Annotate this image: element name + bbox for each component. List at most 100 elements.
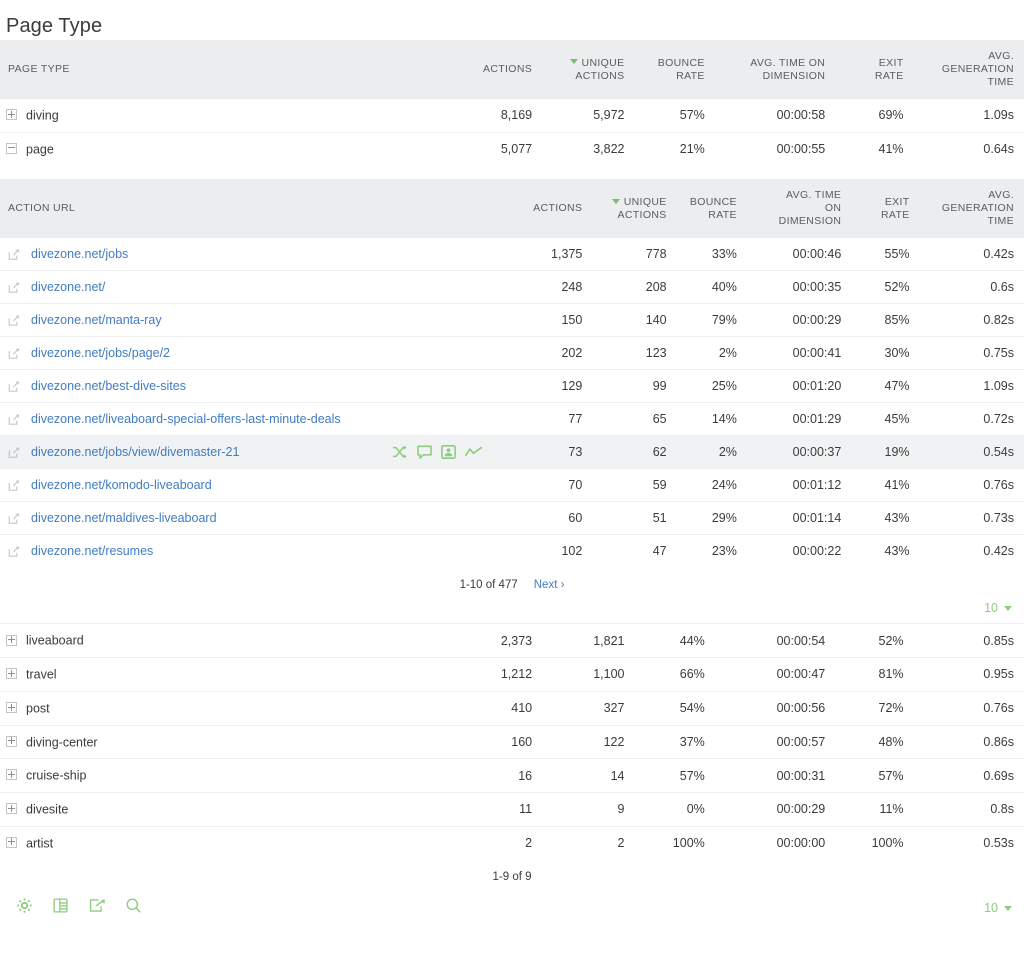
- table-row[interactable]: artist 2 2 100% 00:00:00 100% 0.53s: [0, 825, 1024, 860]
- table-row[interactable]: divezone.net/248 208 40% 00:00:35 52% 0.6s: [0, 270, 1024, 304]
- action-url-link[interactable]: divezone.net/best-dive-sites: [31, 379, 186, 393]
- avg-time-on-dimension-cell: 00:00:57: [714, 724, 836, 759]
- action-url-cell: divezone.net/maldives-liveaboard: [0, 501, 502, 535]
- table-row[interactable]: divezone.net/best-dive-sites 129 99 25% 00:0…: [0, 369, 1024, 403]
- table-row[interactable]: post 410 327 54% 00:00:56 72% 0.76s: [0, 690, 1024, 726]
- action-url-link[interactable]: divezone.net/jobs: [31, 247, 128, 261]
- bounce-rate-cell: 2%: [676, 435, 747, 469]
- table-row[interactable]: cruise-ship 16 14 57% 00:00:31 57% 0.69s: [0, 758, 1024, 793]
- expand-icon[interactable]: [6, 668, 17, 680]
- expand-icon[interactable]: [6, 702, 17, 714]
- expand-icon[interactable]: [6, 634, 17, 646]
- action-url-link[interactable]: divezone.net/liveaboard-special-offers-l…: [31, 412, 341, 426]
- column-header-actions[interactable]: ACTIONS: [501, 179, 593, 239]
- export-icon[interactable]: [88, 897, 106, 914]
- collapse-icon[interactable]: [6, 142, 17, 154]
- row-evolution-icon[interactable]: [464, 446, 482, 458]
- column-header-actions[interactable]: ACTIONS: [441, 40, 543, 99]
- unique-actions-cell: 5,972: [593, 108, 625, 123]
- action-url-cell-content: divezone.net/jobs: [6, 247, 492, 261]
- main-table-row-limit-value: 10: [984, 901, 998, 916]
- column-header-exit-rate[interactable]: EXIT RATE: [851, 179, 920, 239]
- avg-generation-time-cell: 0.95s: [913, 657, 1024, 692]
- bounce-rate-cell: 23%: [676, 534, 747, 568]
- column-header-bounce-rate[interactable]: BOUNCE RATE: [634, 40, 715, 99]
- column-header-avg-time-on-dimension[interactable]: AVG. TIME ON DIMENSION: [714, 40, 836, 99]
- row-action-icons: [392, 445, 492, 460]
- action-url-cell-content: divezone.net/resumes: [6, 544, 492, 558]
- expand-icon[interactable]: [6, 769, 17, 781]
- column-header-unique-actions[interactable]: UNIQUE ACTIONS: [592, 179, 677, 239]
- expand-icon[interactable]: [6, 109, 17, 121]
- exit-rate-cell: 41%: [835, 131, 914, 166]
- expand-icon[interactable]: [6, 803, 17, 815]
- column-header-avg-generation-time[interactable]: AVG. GENERATION TIME: [913, 40, 1024, 99]
- table-footer: 10: [0, 885, 1024, 933]
- page-type-table: PAGE TYPE ACTIONS UNIQUE ACTIONS BOUNCE RA…: [0, 40, 1024, 166]
- search-icon[interactable]: [125, 897, 142, 914]
- actions-cell: 77: [501, 402, 593, 436]
- table-row[interactable]: divezone.net/jobs 1,375 778 33% 00:00:46 55% 0…: [0, 238, 1024, 271]
- unique-actions-cell: 1,100: [542, 657, 635, 692]
- action-url-link[interactable]: divezone.net/komodo-liveaboard: [31, 478, 212, 492]
- exit-rate-cell: 45%: [851, 402, 920, 436]
- page-type-cell: diving: [0, 99, 442, 132]
- column-header-unique-actions[interactable]: UNIQUE ACTIONS: [542, 40, 635, 99]
- table-row[interactable]: divezone.net/resumes 102 47 23% 00:00:22 43% 0…: [0, 534, 1024, 568]
- table-row[interactable]: divezone.net/jobs/page/2 202 123 2% 00:00:41…: [0, 336, 1024, 370]
- actions-cell: 150: [501, 303, 593, 337]
- table-row[interactable]: divezone.net/komodo-liveaboard 70 59 24% 00:…: [0, 468, 1024, 502]
- table-row[interactable]: page 5,077 3,822 21% 00:00:55 41% 0.64s: [0, 131, 1024, 166]
- action-url-link[interactable]: divezone.net/resumes: [31, 544, 153, 558]
- avg-generation-time-cell: 0.54s: [919, 435, 1024, 469]
- bounce-rate-cell: 40%: [676, 270, 747, 304]
- action-url-link[interactable]: divezone.net/jobs/page/2: [31, 346, 170, 360]
- action-url-link[interactable]: divezone.net/maldives-liveaboard: [31, 511, 217, 525]
- expand-icon[interactable]: [6, 836, 17, 848]
- avg-generation-time-cell: 0.53s: [913, 825, 1024, 860]
- table-row[interactable]: divezone.net/manta-ray 150 140 79% 00:00:29 8…: [0, 303, 1024, 337]
- segmented-visits-log-icon[interactable]: [417, 445, 432, 460]
- avg-generation-time-cell: 0.82s: [919, 303, 1024, 337]
- column-header-action-url[interactable]: ACTION URL: [0, 179, 502, 239]
- page-type-label: post: [26, 701, 50, 716]
- avg-generation-time-cell: 0.73s: [919, 501, 1024, 535]
- exit-rate-cell: 30%: [851, 336, 920, 370]
- bounce-rate-cell: 57%: [634, 758, 715, 793]
- gear-icon[interactable]: [16, 897, 33, 914]
- subtable-next-link[interactable]: Next ›: [534, 579, 565, 591]
- subtable-row-limit-selector[interactable]: 10: [984, 601, 1012, 615]
- visitor-profile-icon[interactable]: [441, 445, 456, 460]
- action-url-link[interactable]: divezone.net/jobs/view/divemaster-21: [31, 445, 239, 459]
- column-header-bounce-rate[interactable]: BOUNCE RATE: [676, 179, 747, 239]
- table-row[interactable]: divezone.net/liveaboard-special-offers-l…: [0, 402, 1024, 436]
- actions-cell: 60: [501, 501, 593, 535]
- page-type-label: diving-center: [26, 735, 98, 750]
- column-header-page-type[interactable]: PAGE TYPE: [0, 40, 442, 99]
- main-table-row-limit-selector[interactable]: 10: [984, 901, 1012, 915]
- table-row[interactable]: divesite 11 9 0% 00:00:29 11% 0.8s: [0, 791, 1024, 827]
- page-type-cell: travel: [0, 657, 442, 692]
- subtable-row-limit-value: 10: [984, 601, 998, 616]
- table-row[interactable]: liveaboard 2,373 1,821 44% 00:00:54 52% 0.85s: [0, 623, 1024, 658]
- table-row[interactable]: divezone.net/maldives-liveaboard 60 51 29% 0…: [0, 501, 1024, 535]
- action-url-link[interactable]: divezone.net/: [31, 280, 105, 294]
- table-icon[interactable]: [52, 897, 69, 914]
- exit-rate-cell: 81%: [835, 657, 914, 692]
- table-row[interactable]: divezone.net/jobs/view/divemaster-21 73 62…: [0, 435, 1024, 469]
- table-row[interactable]: diving 8,169 5,972 57% 00:00:58 69% 1.09s: [0, 99, 1024, 132]
- subtable-spacer: [0, 165, 1024, 180]
- bounce-rate-cell: 25%: [676, 369, 747, 403]
- column-header-exit-rate[interactable]: EXIT RATE: [835, 40, 914, 99]
- table-row[interactable]: travel 1,212 1,100 66% 00:00:47 81% 0.95s: [0, 657, 1024, 692]
- transitions-icon[interactable]: [392, 445, 408, 459]
- expand-icon[interactable]: [6, 735, 17, 747]
- external-link-icon: [8, 315, 20, 326]
- action-url-rows: divezone.net/jobs 1,375 778 33% 00:00:46 55% 0…: [0, 238, 1024, 568]
- table-row[interactable]: diving-center 160 122 37% 00:00:57 48% 0.86s: [0, 724, 1024, 759]
- bounce-rate-cell: 44%: [634, 623, 715, 658]
- column-header-avg-generation-time[interactable]: AVG. GENERATION TIME: [919, 179, 1024, 239]
- action-url-link[interactable]: divezone.net/manta-ray: [31, 313, 162, 327]
- avg-generation-time-cell: 1.09s: [919, 369, 1024, 403]
- column-header-avg-time-on-dimension[interactable]: AVG. TIME ON DIMENSION: [746, 179, 852, 239]
